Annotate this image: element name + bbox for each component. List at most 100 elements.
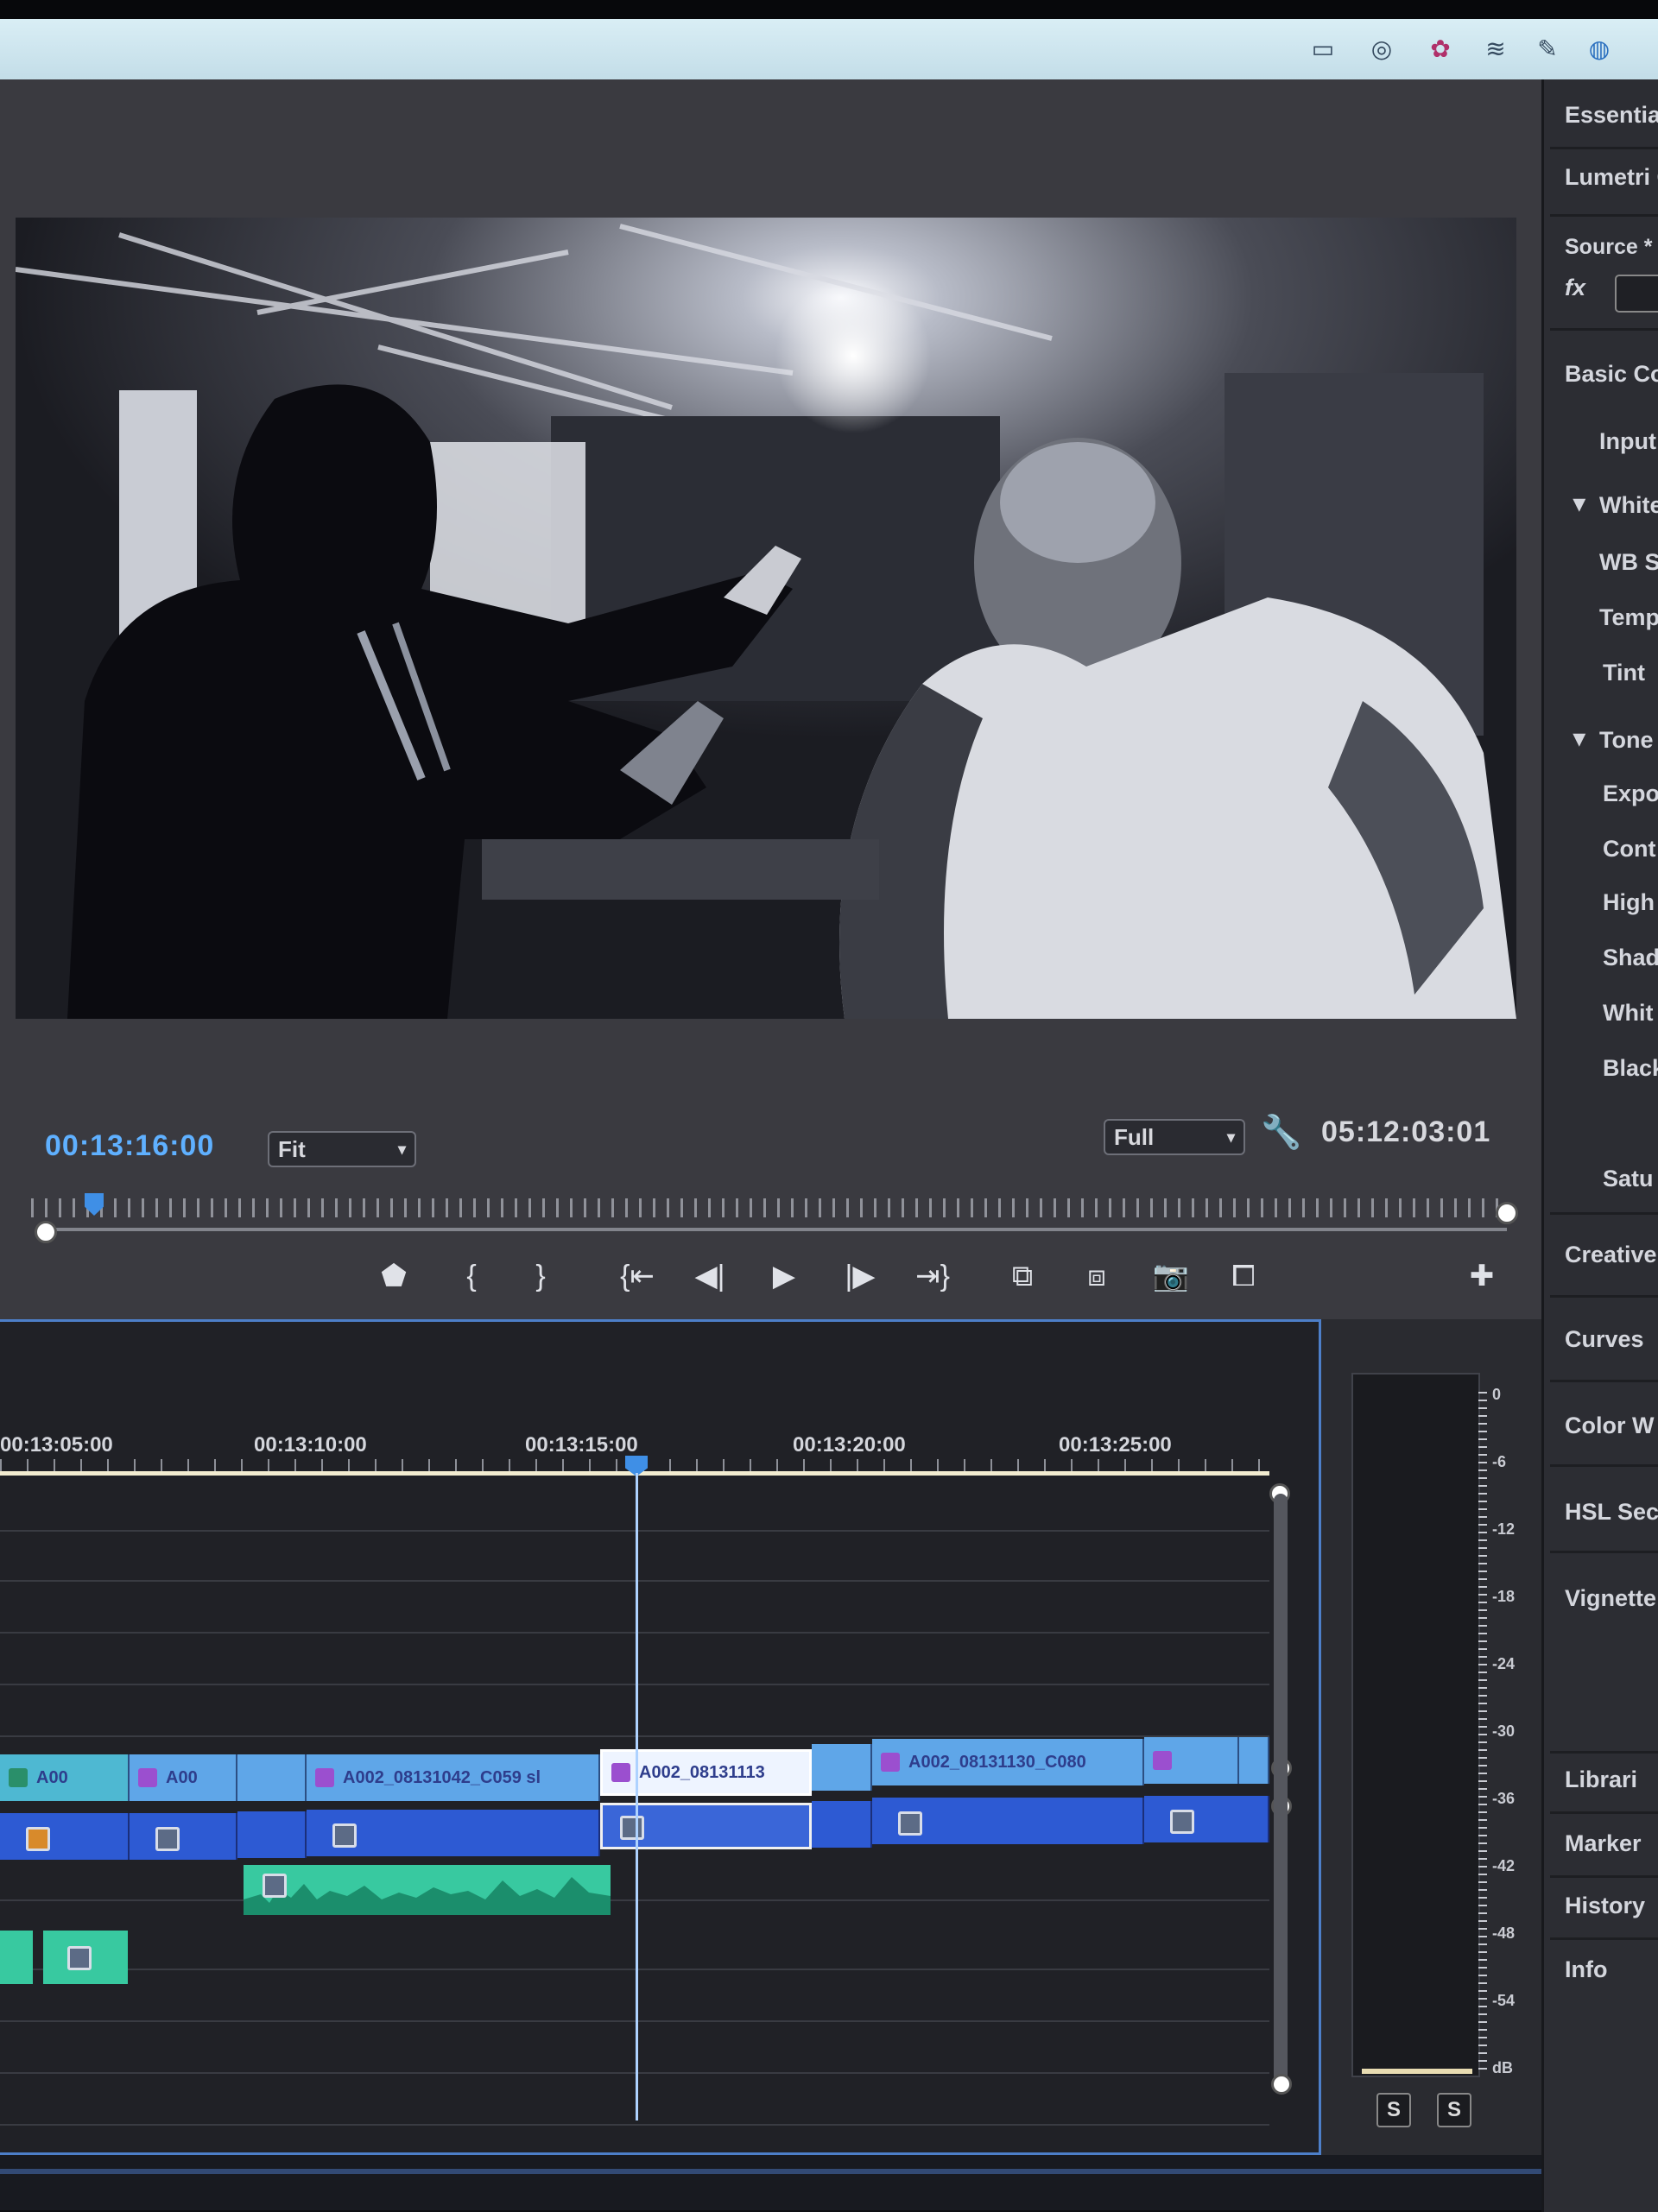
- timeline-playhead-line[interactable]: [636, 1473, 638, 2120]
- shadows-label: Shad: [1603, 945, 1658, 970]
- audio-clip-green[interactable]: [43, 1931, 128, 1984]
- fx-icon[interactable]: fx: [1565, 275, 1585, 301]
- zoom-dropdown[interactable]: Fit ▾: [268, 1131, 416, 1167]
- clip-label: A00: [36, 1767, 68, 1787]
- resolution-value: Full: [1114, 1123, 1155, 1150]
- fx-icon: [1153, 1751, 1172, 1770]
- audio-clip[interactable]: [307, 1810, 600, 1856]
- db-label: -12: [1492, 1520, 1516, 1538]
- chevron-down-icon[interactable]: ▾: [1573, 725, 1585, 752]
- fx-icon: [315, 1768, 334, 1787]
- section-creative[interactable]: Creative: [1565, 1242, 1657, 1268]
- panel-divider: [1550, 1875, 1658, 1878]
- stack-icon[interactable]: ≋: [1477, 29, 1515, 67]
- globe-icon[interactable]: ◍: [1580, 29, 1618, 67]
- video-clip[interactable]: A002_08131042_C059 sl: [307, 1754, 600, 1801]
- palette-icon[interactable]: ✿: [1421, 29, 1459, 67]
- audio-waveform-clip[interactable]: [244, 1865, 611, 1915]
- mark-in-icon[interactable]: {: [446, 1250, 497, 1302]
- panel-tab-libraries[interactable]: Librari: [1565, 1766, 1637, 1793]
- go-to-in-icon[interactable]: {⇤: [611, 1250, 663, 1302]
- section-hsl-secondary[interactable]: HSL Sec: [1565, 1499, 1658, 1526]
- marker-icon[interactable]: ⬟: [368, 1250, 420, 1302]
- db-label: -30: [1492, 1722, 1516, 1740]
- scrub-in-handle[interactable]: [35, 1221, 57, 1243]
- step-forward-icon[interactable]: |▶: [834, 1250, 886, 1302]
- clip-badge-icon: [26, 1827, 50, 1851]
- ruler-label: 00:13:25:00: [1059, 1433, 1172, 1457]
- clip-label: A00: [166, 1767, 198, 1787]
- audio-clip[interactable]: [872, 1798, 1144, 1844]
- step-back-icon[interactable]: ◀|: [684, 1250, 736, 1302]
- db-label: -24: [1492, 1655, 1516, 1672]
- tone-header[interactable]: Tone: [1599, 727, 1654, 754]
- video-clip[interactable]: A00: [130, 1754, 237, 1801]
- section-color-wheels[interactable]: Color W: [1565, 1413, 1654, 1439]
- video-clip[interactable]: A00: [0, 1754, 130, 1801]
- panel-tab-essential[interactable]: Essential: [1565, 102, 1658, 129]
- selected-audio-clip[interactable]: [600, 1803, 812, 1849]
- db-label: -18: [1492, 1588, 1516, 1605]
- db-label: -48: [1492, 1924, 1516, 1942]
- extract-icon[interactable]: ⧈: [1071, 1250, 1123, 1302]
- fx-icon: [138, 1768, 157, 1787]
- panel-tab-info[interactable]: Info: [1565, 1956, 1607, 1983]
- meter-channel: [1351, 1373, 1480, 2077]
- selected-video-clip[interactable]: A002_08131113: [600, 1749, 812, 1796]
- mark-out-icon[interactable]: }: [515, 1250, 566, 1302]
- solo-button-right[interactable]: S: [1437, 2093, 1471, 2127]
- panel-divider: [1550, 147, 1658, 149]
- clip-badge-icon: [263, 1874, 287, 1898]
- audio-clip[interactable]: [237, 1811, 307, 1858]
- scrub-bar[interactable]: [43, 1228, 1507, 1231]
- panel-tab-markers[interactable]: Marker: [1565, 1830, 1642, 1857]
- section-vignette[interactable]: Vignette: [1565, 1585, 1656, 1612]
- timeline-scrollbar[interactable]: [1274, 1494, 1288, 2089]
- section-curves[interactable]: Curves: [1565, 1326, 1644, 1353]
- video-clip[interactable]: [237, 1754, 307, 1801]
- clip-badge-icon: [898, 1811, 922, 1836]
- video-clip[interactable]: [1239, 1737, 1269, 1784]
- track-divider: [0, 1735, 1269, 1737]
- scrub-out-handle[interactable]: [1496, 1202, 1518, 1224]
- audio-clip-green[interactable]: [0, 1931, 33, 1984]
- wrench-icon[interactable]: 🔧: [1261, 1114, 1301, 1152]
- solo-button-left[interactable]: S: [1376, 2093, 1411, 2127]
- panel-tab-history[interactable]: History: [1565, 1893, 1645, 1919]
- panel-tab-lumetri[interactable]: Lumetri C: [1565, 164, 1658, 191]
- audio-clip[interactable]: [130, 1813, 237, 1860]
- video-clip[interactable]: [812, 1744, 872, 1791]
- section-basic-correction[interactable]: Basic Cor: [1565, 361, 1658, 388]
- panel-divider: [1550, 1295, 1658, 1298]
- compare-icon[interactable]: ⧠: [1218, 1250, 1269, 1302]
- blacks-label: Black: [1603, 1055, 1658, 1081]
- monitor-ruler[interactable]: [31, 1198, 1508, 1217]
- go-to-out-icon[interactable]: ⇥}: [907, 1250, 959, 1302]
- effect-dropdown[interactable]: [1615, 275, 1658, 313]
- fx-icon: [611, 1763, 630, 1782]
- db-label: 0: [1492, 1386, 1502, 1403]
- cloud-icon[interactable]: ◎: [1363, 29, 1401, 67]
- white-balance-header[interactable]: White: [1599, 492, 1658, 519]
- track-divider: [0, 1580, 1269, 1582]
- scroll-end-handle[interactable]: [1271, 2074, 1292, 2095]
- audio-clip[interactable]: [0, 1813, 130, 1860]
- playhead-timecode[interactable]: 00:13:16:00: [45, 1129, 214, 1163]
- audio-clip[interactable]: [812, 1801, 872, 1848]
- add-button-icon[interactable]: ✚: [1456, 1250, 1508, 1302]
- resolution-dropdown[interactable]: Full ▾: [1104, 1119, 1245, 1155]
- play-icon[interactable]: ▶: [758, 1250, 810, 1302]
- panel-divider: [1550, 1551, 1658, 1553]
- video-clip[interactable]: [1144, 1737, 1239, 1784]
- pen-icon[interactable]: ✎: [1528, 29, 1566, 67]
- chevron-down-icon[interactable]: ▾: [1573, 490, 1585, 517]
- clip-badge-icon: [332, 1823, 357, 1848]
- monitor-icon[interactable]: ▭: [1304, 29, 1342, 67]
- wb-selector-label: WB Se: [1599, 549, 1658, 575]
- ruler-label: 00:13:15:00: [525, 1433, 638, 1457]
- lift-icon[interactable]: ⧉: [997, 1250, 1048, 1302]
- camera-icon[interactable]: 📷: [1145, 1250, 1197, 1302]
- audio-clip[interactable]: [1144, 1796, 1269, 1842]
- video-clip[interactable]: A002_08131130_C080: [872, 1739, 1144, 1785]
- source-selector[interactable]: Source * A: [1565, 235, 1658, 260]
